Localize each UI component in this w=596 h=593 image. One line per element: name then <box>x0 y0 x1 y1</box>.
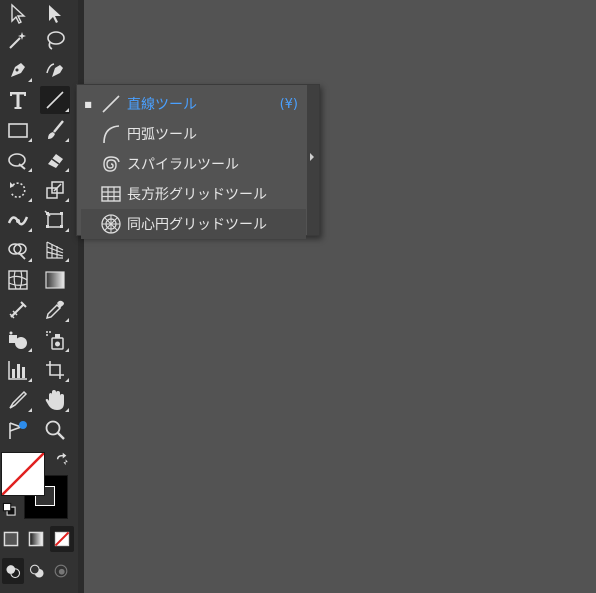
flyout-item-line-segment[interactable]: ■ 直線ツール (¥) <box>81 89 306 119</box>
direct-selection-tool-button[interactable] <box>40 0 70 28</box>
line-segment-icon <box>99 92 123 116</box>
draw-behind-icon <box>29 564 44 578</box>
artboard-icon <box>46 361 64 379</box>
shape-builder-icon <box>8 243 27 260</box>
eraser-icon <box>48 154 63 168</box>
magnifier-icon <box>45 420 65 440</box>
spiral-icon <box>99 152 123 176</box>
curvature-tool-button[interactable] <box>40 56 70 84</box>
mesh-icon <box>8 270 28 290</box>
free-transform-icon <box>44 210 63 228</box>
flyout-item-polar-grid[interactable]: 同心円グリッドツール <box>81 209 306 239</box>
puppet-warp-icon <box>9 421 27 439</box>
eraser-tool-button[interactable] <box>40 146 70 174</box>
line-tools-flyout: ■ 直線ツール (¥) 円弧ツール スパイラルツール 長方形グリッドツール 同心… <box>76 84 320 239</box>
column-graph-icon <box>8 361 27 380</box>
flyout-item-label: 円弧ツール <box>127 127 197 143</box>
eyedropper-icon <box>45 300 64 320</box>
eyedropper-blend-tool-button[interactable] <box>3 296 33 324</box>
scale-icon <box>46 181 64 199</box>
flyout-item-label: 同心円グリッドツール <box>127 217 267 233</box>
shaper-icon <box>8 153 26 170</box>
slice-knife-icon <box>9 390 28 409</box>
width-tool-icon <box>7 216 29 226</box>
graph-tool-button[interactable] <box>3 356 33 384</box>
lasso-icon <box>47 31 65 50</box>
none-slash-icon <box>2 453 44 495</box>
mesh-tool-button[interactable] <box>3 266 33 294</box>
direct-selection-arrow-icon <box>49 5 61 23</box>
flyout-item-label: スパイラルツール <box>127 157 239 173</box>
width-tool-button[interactable] <box>3 206 33 234</box>
fill-color-swatch[interactable] <box>1 452 45 496</box>
gradient-swatch-icon <box>28 531 44 547</box>
line-segment-tool-button[interactable] <box>40 86 70 114</box>
default-colors-icon <box>2 502 16 516</box>
tearoff-bar[interactable] <box>307 85 319 235</box>
flyout-item-arc[interactable]: 円弧ツール <box>81 119 306 149</box>
paintbrush-icon <box>48 120 64 139</box>
paintbrush-tool-button[interactable] <box>40 116 70 144</box>
artboard-tool-button[interactable] <box>40 356 70 384</box>
gradient-mode-button[interactable] <box>25 526 47 552</box>
line-segment-icon <box>46 91 64 109</box>
draw-normal-icon <box>6 565 21 579</box>
flyout-item-label: 長方形グリッドツール <box>127 187 267 203</box>
current-tool-indicator: ■ <box>84 99 92 109</box>
type-t-icon <box>10 92 26 109</box>
eyedropper-tool-button[interactable] <box>40 296 70 324</box>
perspective-grid-tool-button[interactable] <box>40 236 70 264</box>
selection-tool-button[interactable] <box>3 0 33 28</box>
flyout-item-label: 直線ツール <box>127 97 197 113</box>
polar-grid-icon <box>99 212 123 236</box>
slice-tool-button[interactable] <box>3 386 33 414</box>
shape-builder-tool-button[interactable] <box>3 236 33 264</box>
none-swatch-icon <box>54 531 70 547</box>
magic-wand-icon <box>9 32 26 49</box>
rotate-tool-button[interactable] <box>3 176 33 204</box>
gradient-tool-button[interactable] <box>40 266 70 294</box>
flyout-item-rectangular-grid[interactable]: 長方形グリッドツール <box>81 179 306 209</box>
draw-behind-button[interactable] <box>26 558 48 584</box>
symbol-sprayer-tool-button[interactable] <box>40 326 70 354</box>
pen-nib-icon <box>11 63 25 77</box>
flyout-item-spiral[interactable]: スパイラルツール <box>81 149 306 179</box>
zoom-tool-button[interactable] <box>40 416 70 444</box>
rotate-icon <box>10 182 26 198</box>
curvature-pen-icon <box>46 63 63 77</box>
draw-normal-button[interactable] <box>2 558 24 584</box>
lasso-tool-button[interactable] <box>40 26 70 54</box>
hand-icon <box>45 390 64 410</box>
rectangular-grid-icon <box>99 182 123 206</box>
live-paint-bucket-icon <box>9 331 27 349</box>
swap-arrow-icon <box>56 452 68 466</box>
rectangle-icon <box>8 123 28 138</box>
tearoff-arrow-icon <box>310 153 314 161</box>
type-tool-button[interactable] <box>3 86 33 114</box>
perspective-grid-icon <box>46 241 64 259</box>
shaper-tool-button[interactable] <box>3 146 33 174</box>
pen-tool-button[interactable] <box>3 56 33 84</box>
puppet-warp-tool-button[interactable] <box>3 416 33 444</box>
draw-inside-icon <box>54 564 68 578</box>
magic-wand-tool-button[interactable] <box>3 26 33 54</box>
selection-arrow-icon <box>11 3 26 24</box>
swap-fill-stroke-button[interactable] <box>52 450 72 470</box>
arc-icon <box>99 122 123 146</box>
gradient-icon <box>45 271 65 289</box>
scale-tool-button[interactable] <box>40 176 70 204</box>
color-mode-button[interactable] <box>0 526 22 552</box>
none-mode-button[interactable] <box>50 526 74 552</box>
shortcut-label: (¥) <box>279 96 298 112</box>
tools-panel <box>0 0 79 593</box>
blend-icon <box>9 301 27 319</box>
live-paint-bucket-tool-button[interactable] <box>3 326 33 354</box>
hand-tool-button[interactable] <box>40 386 70 414</box>
draw-inside-button[interactable] <box>50 558 72 584</box>
free-transform-tool-button[interactable] <box>40 206 70 234</box>
solid-color-icon <box>3 531 19 547</box>
symbol-sprayer-icon <box>46 331 64 350</box>
rectangle-tool-button[interactable] <box>3 116 33 144</box>
default-fill-stroke-button[interactable] <box>0 500 20 520</box>
